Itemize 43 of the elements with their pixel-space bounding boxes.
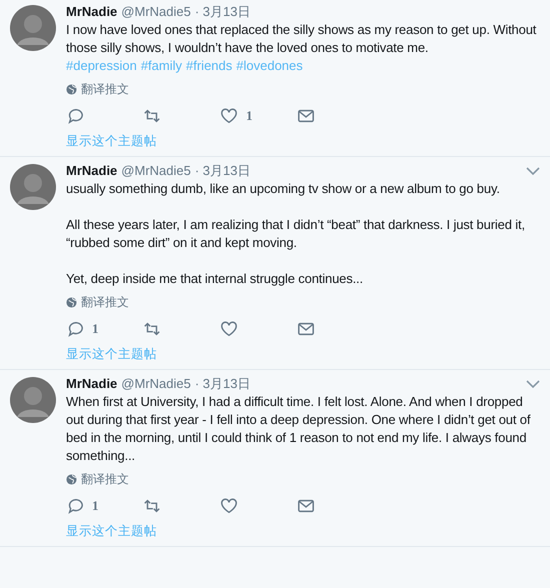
user-name[interactable]: MrNadie	[66, 375, 118, 393]
heart-icon[interactable]	[220, 107, 238, 125]
user-handle: @MrNadie5	[121, 162, 191, 180]
show-thread-link[interactable]: 显示这个主题帖	[66, 133, 157, 150]
retweet-icon[interactable]	[143, 497, 161, 515]
translate-link[interactable]: 翻译推文	[81, 81, 129, 98]
translate-link[interactable]: 翻译推文	[81, 294, 129, 311]
heart-icon[interactable]	[220, 320, 238, 338]
reply-icon[interactable]	[66, 320, 84, 338]
caret-icon[interactable]	[526, 379, 540, 389]
user-handle: @MrNadie5	[121, 375, 191, 393]
tweet-text: Yet, deep inside me that internal struggle continues...	[66, 270, 364, 288]
action-count: 1	[246, 108, 252, 124]
globe-icon	[66, 474, 77, 485]
tweet-date[interactable]: · 3月13日	[194, 162, 250, 180]
action-count: 1	[92, 321, 98, 337]
avatar[interactable]	[10, 5, 56, 51]
avatar[interactable]	[10, 164, 56, 210]
tweet-text: I now have loved ones that replaced the silly shows as my reason to get up. Without those silly shows, I wouldn’t have the loved ones to motivate me.	[66, 21, 538, 57]
user-name[interactable]: MrNadie	[66, 3, 118, 21]
tweet-date[interactable]: · 3月13日	[194, 3, 250, 21]
globe-icon	[66, 297, 77, 308]
user-name[interactable]: MrNadie	[66, 162, 118, 180]
action-count: 1	[92, 498, 98, 514]
globe-icon	[66, 84, 77, 95]
tweet-date[interactable]: · 3月13日	[194, 375, 250, 393]
caret-icon[interactable]	[526, 166, 540, 176]
user-handle: @MrNadie5	[121, 3, 191, 21]
envelope-icon[interactable]	[297, 107, 315, 125]
tweet-text: All these years later, I am realizing that I didn’t “beat” that darkness. I just buried it, “rubbed some dirt” on it and kept moving.	[66, 216, 526, 252]
envelope-icon[interactable]	[297, 497, 315, 515]
reply-icon[interactable]	[66, 497, 84, 515]
translate-link[interactable]: 翻译推文	[81, 471, 129, 488]
heart-icon[interactable]	[220, 497, 238, 515]
show-thread-link[interactable]: 显示这个主题帖	[66, 523, 157, 540]
tweet-text: When first at University, I had a difficult time. I felt lost. Alone. And when I dropped out during that first year - I fell into a deep depression. One where I didn’t get out of bed in the morning, until I could think of 1 reason to not end my life. I always found something...	[66, 393, 532, 465]
envelope-icon[interactable]	[297, 320, 315, 338]
show-thread-link[interactable]: 显示这个主题帖	[66, 346, 157, 363]
reply-icon[interactable]	[66, 107, 84, 125]
retweet-icon[interactable]	[143, 107, 161, 125]
tweet-text: usually something dumb, like an upcoming tv show or a new album to go buy.	[66, 180, 501, 198]
retweet-icon[interactable]	[143, 320, 161, 338]
avatar[interactable]	[10, 377, 56, 423]
